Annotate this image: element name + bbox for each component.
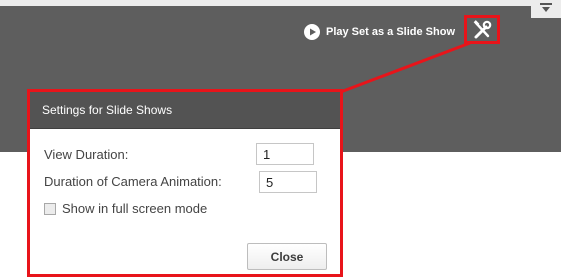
slideshow-settings-button[interactable]: [464, 15, 500, 44]
fullscreen-label: Show in full screen mode: [62, 201, 208, 216]
view-duration-label: View Duration:: [44, 147, 129, 162]
play-circle-icon: [304, 24, 320, 40]
fullscreen-checkbox[interactable]: [44, 203, 56, 215]
dialog-header: Settings for Slide Shows: [30, 92, 340, 129]
camera-animation-input[interactable]: [259, 171, 317, 193]
chevron-down-icon: [540, 3, 552, 12]
play-slideshow-label: Play Set as a Slide Show: [326, 26, 455, 38]
menu-toggle[interactable]: [531, 0, 561, 18]
dialog-body: View Duration: Duration of Camera Animat…: [30, 129, 340, 274]
dialog-title: Settings for Slide Shows: [42, 103, 173, 117]
toolbar-top-edge: [0, 0, 531, 6]
camera-animation-label: Duration of Camera Animation:: [44, 174, 222, 189]
tools-icon: [473, 19, 492, 38]
play-slideshow-button[interactable]: Play Set as a Slide Show: [304, 22, 455, 42]
close-button[interactable]: Close: [247, 243, 327, 270]
view-duration-input[interactable]: [256, 143, 314, 165]
slideshow-settings-dialog: Settings for Slide Shows View Duration: …: [27, 89, 343, 277]
